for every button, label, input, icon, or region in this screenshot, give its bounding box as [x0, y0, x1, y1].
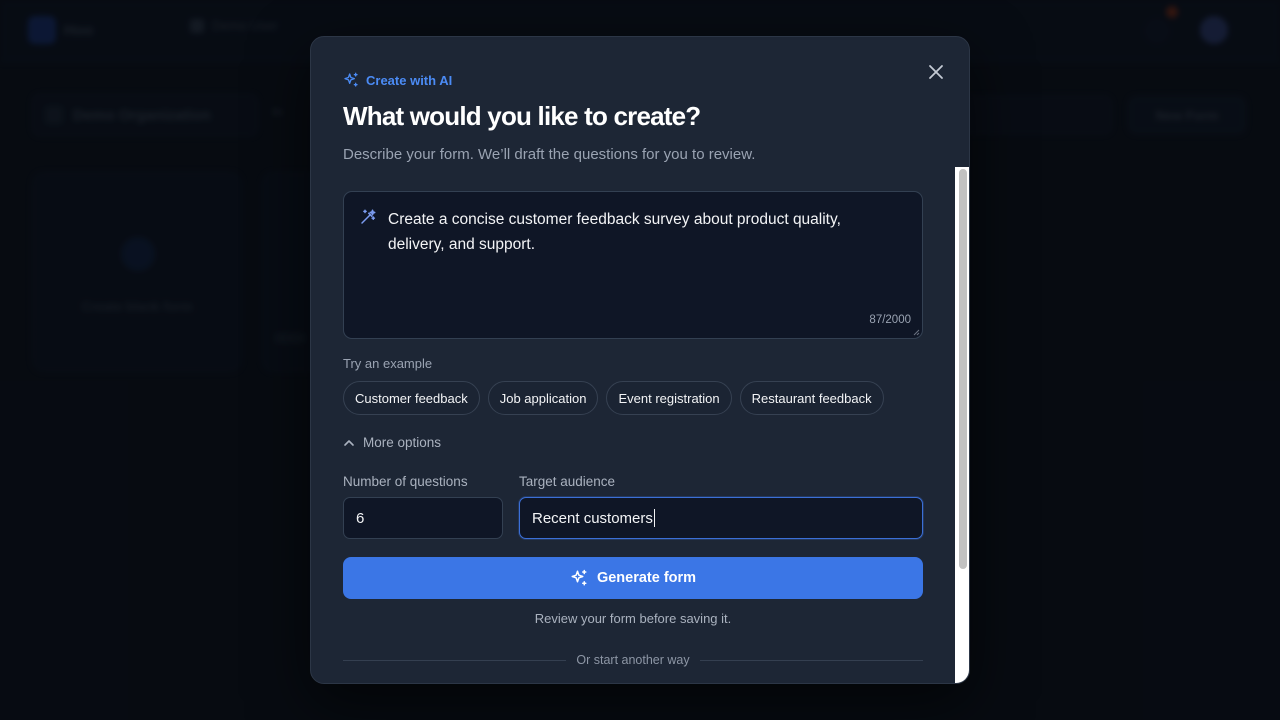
divider-text: Or start another way — [576, 653, 690, 667]
sparkles-icon — [344, 72, 358, 87]
dialog-title: What would you like to create? — [343, 101, 701, 131]
example-chip-customer-feedback[interactable]: Customer feedback — [343, 381, 480, 415]
eyebrow: Create with AI — [343, 71, 452, 89]
examples-label: Try an example — [343, 356, 433, 371]
example-chip-event-registration[interactable]: Event registration — [606, 381, 732, 415]
target-audience-label: Target audience — [519, 474, 616, 489]
text-caret — [653, 509, 655, 527]
magic-wand-icon — [359, 208, 377, 231]
close-icon — [929, 65, 943, 79]
scrollbar-thumb[interactable] — [959, 169, 967, 569]
review-note: Review your form before saving it. — [534, 611, 732, 626]
create-with-ai-dialog: Create with AI What would you like to cr… — [310, 36, 970, 684]
divider-line-right — [699, 659, 923, 661]
example-chip-job-application[interactable]: Job application — [487, 381, 599, 415]
close-button[interactable] — [923, 59, 949, 85]
divider-line-left — [343, 659, 567, 661]
target-audience-value: Recent customers — [532, 509, 653, 527]
questions-count-input[interactable]: 6 — [343, 497, 503, 539]
questions-count-label: Number of questions — [343, 474, 468, 489]
character-count: 87/2000 — [869, 314, 911, 326]
questions-count-value: 6 — [356, 509, 365, 527]
alternative-divider: Or start another way — [343, 653, 923, 667]
prompt-text: Create a concise customer feedback surve… — [388, 211, 841, 253]
prompt-textarea[interactable]: Create a concise customer feedback surve… — [343, 191, 923, 339]
target-audience-input[interactable]: Recent customers — [519, 497, 923, 539]
generate-form-label: Generate form — [596, 570, 697, 586]
more-options-toggle[interactable]: More options — [343, 435, 441, 450]
sparkles-icon — [571, 569, 587, 586]
example-chip-restaurant-feedback[interactable]: Restaurant feedback — [739, 381, 884, 415]
dialog-subtitle: Describe your form. We’ll draft the ques… — [343, 146, 756, 163]
more-options-label: More options — [363, 435, 442, 450]
eyebrow-label: Create with AI — [366, 72, 453, 88]
generate-form-button[interactable]: Generate form — [343, 557, 923, 599]
chevron-up-icon — [344, 439, 354, 446]
example-chips: Customer feedback Job application Event … — [343, 381, 884, 415]
resize-grip-icon[interactable] — [912, 328, 920, 336]
